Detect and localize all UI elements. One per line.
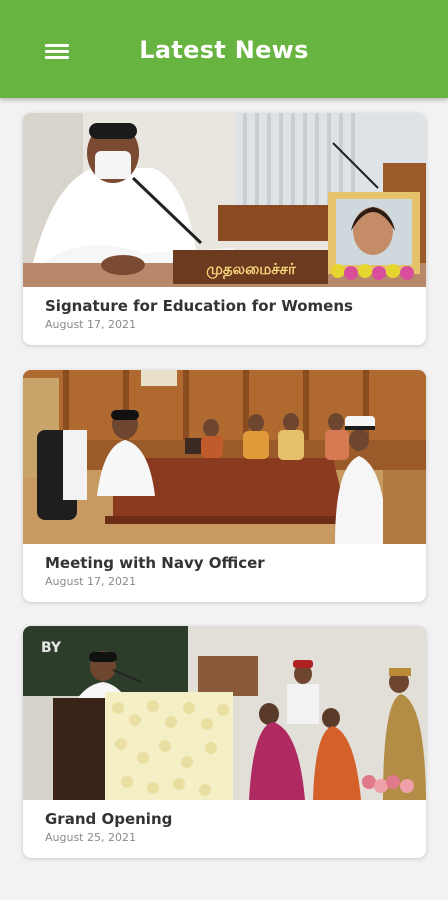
news-headline: Meeting with Navy Officer [45,554,265,572]
news-photo: முதலமைச்சர் [23,113,426,287]
page-title: Latest News [139,36,309,64]
app-bar: Latest News [0,0,448,98]
banner-text: BY [41,640,62,656]
news-info: Grand Opening August 25, 2021 [23,800,426,858]
news-headline: Signature for Education for Womens [45,297,353,315]
news-photo: BY [23,626,426,800]
news-date: August 17, 2021 [45,575,136,588]
news-info: Signature for Education for Womens Augus… [23,287,426,345]
news-card[interactable]: முதலமைச்சர் Signature for Education for … [23,113,426,345]
news-card[interactable]: Meeting with Navy Officer August 17, 202… [23,370,426,602]
news-info: Meeting with Navy Officer August 17, 202… [23,544,426,602]
news-date: August 25, 2021 [45,831,136,844]
news-card[interactable]: BY Grand Opening August 25, 2021 [23,626,426,858]
desk-nameplate: முதலமைச்சர் [206,260,297,279]
news-date: August 17, 2021 [45,318,136,331]
news-photo [23,370,426,544]
news-headline: Grand Opening [45,810,173,828]
